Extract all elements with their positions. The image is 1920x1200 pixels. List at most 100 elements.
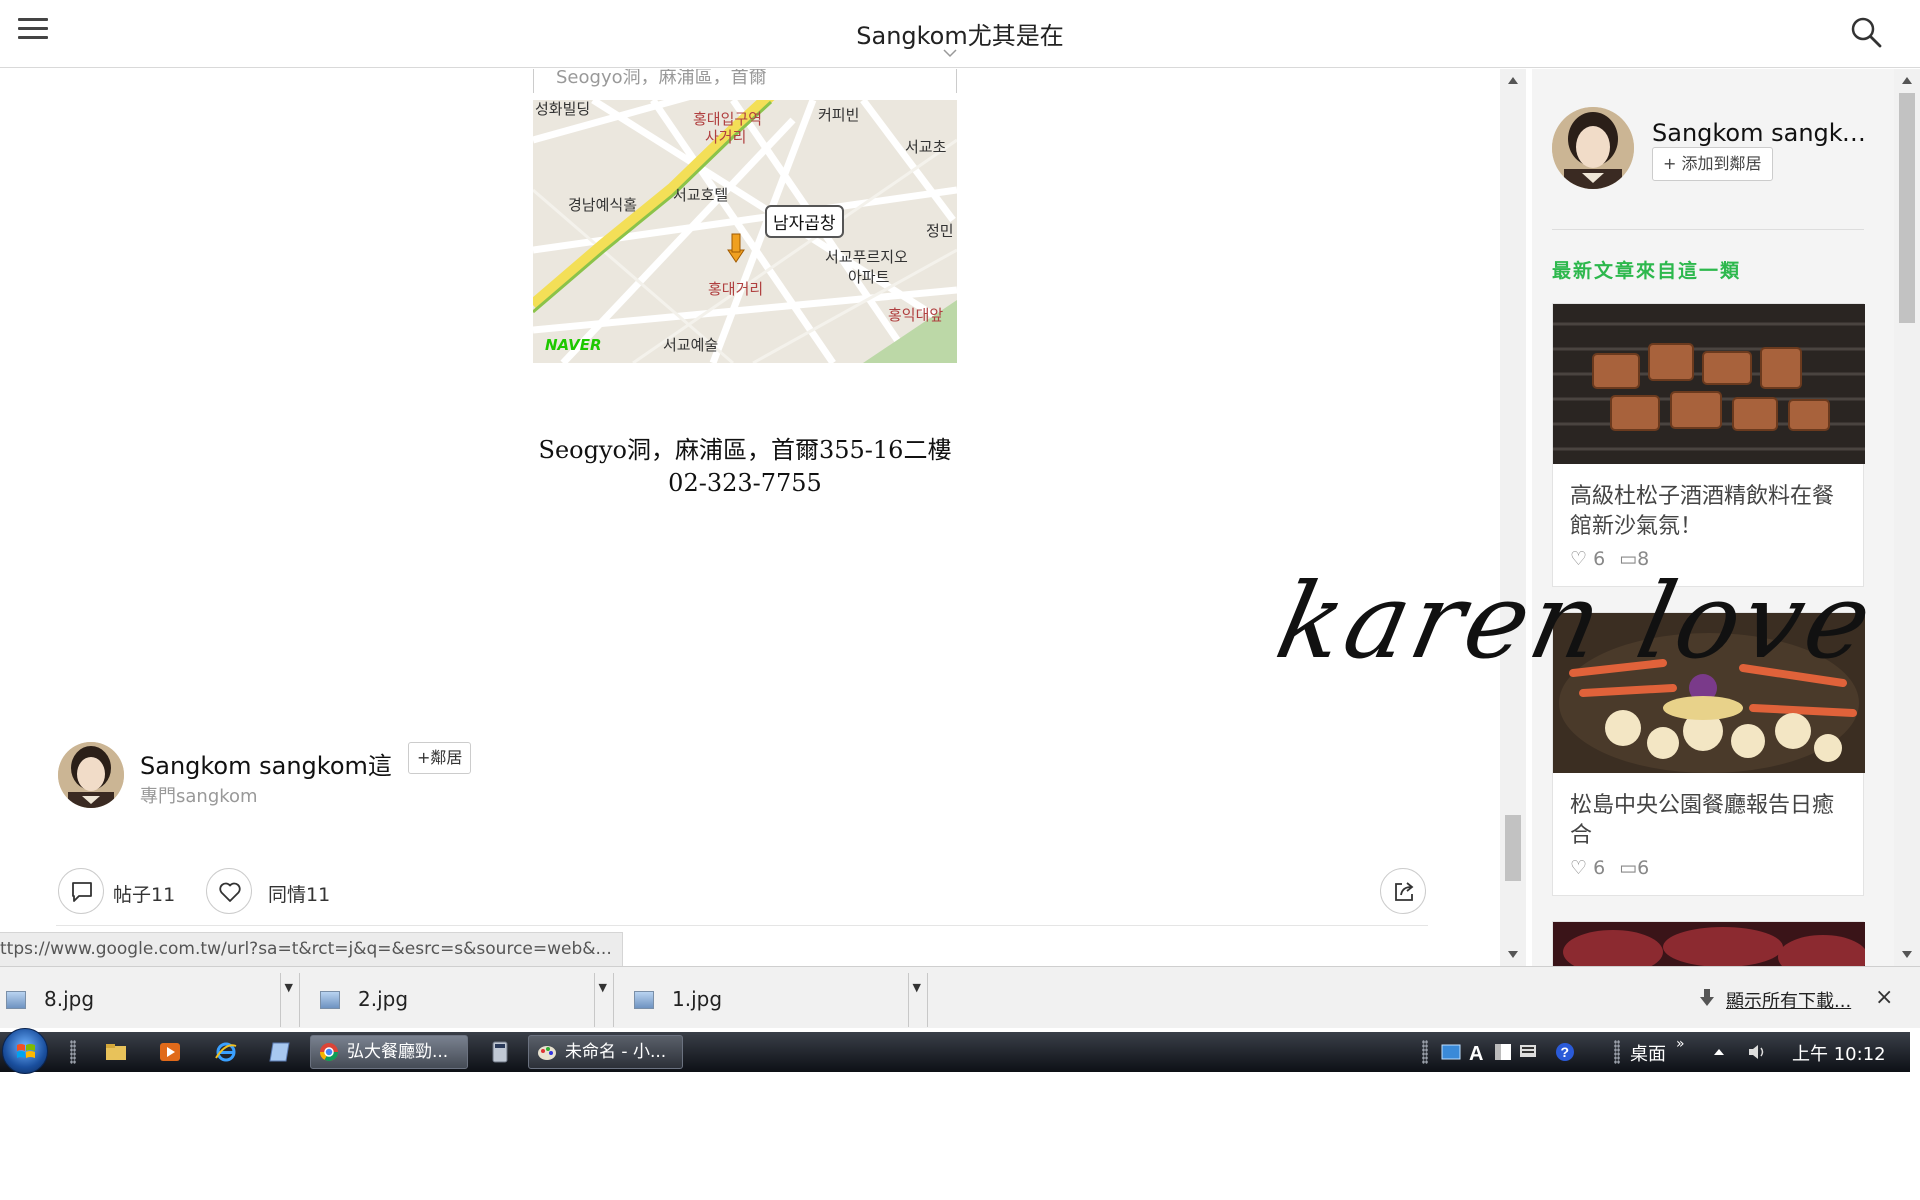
- avatar[interactable]: [58, 742, 124, 808]
- chevron-down-icon[interactable]: ▼: [599, 981, 607, 994]
- author-name[interactable]: Sangkom sangkom這: [140, 746, 392, 781]
- top-bar: Sangkom尤其是在: [0, 0, 1920, 68]
- desktop-toolbar-label[interactable]: 桌面: [1630, 1040, 1666, 1066]
- taskbar-grip[interactable]: [1614, 1040, 1620, 1064]
- phone-number: 02-323-7755: [668, 469, 822, 497]
- close-icon[interactable]: ×: [1875, 985, 1893, 1010]
- map-label: 홍익대앞: [888, 306, 944, 324]
- download-item[interactable]: 8.jpg ▼: [0, 973, 300, 1027]
- map-label: 커피빈: [818, 106, 860, 124]
- article-card[interactable]: 高級杜松子酒酒精飲料在餐館新沙氣氛！ ♡ 6 ▭8: [1552, 303, 1865, 587]
- comment-button[interactable]: [58, 868, 104, 914]
- article-thumbnail: [1553, 922, 1865, 966]
- start-button[interactable]: [2, 1028, 48, 1074]
- network-icon[interactable]: [1440, 1041, 1462, 1063]
- follow-button[interactable]: +鄰居: [408, 742, 472, 774]
- download-filename[interactable]: 1.jpg: [672, 987, 722, 1011]
- divider: [594, 973, 595, 1027]
- sidebar: Sangkom sangkom這 + 添加到鄰居 最新文章來自這一類 高級杜松子…: [1532, 69, 1894, 966]
- section-heading: 最新文章來自這一類: [1552, 260, 1742, 282]
- map-label: 서교예술: [663, 336, 719, 354]
- avatar[interactable]: [1552, 107, 1634, 189]
- taskbar-task-paint[interactable]: 未命名 - 小...: [528, 1035, 683, 1069]
- volume-icon[interactable]: [1746, 1041, 1768, 1063]
- likes-count[interactable]: 同情11: [268, 880, 330, 907]
- taskbar-task-chrome[interactable]: 弘大餐廳勁...: [310, 1035, 468, 1069]
- post-content: Seogyo洞，麻浦區，首爾 성화빌딩 홍대입구역 사거리 커피빈 서교초 서교…: [0, 69, 1506, 969]
- map-label: 경남예식홀: [568, 196, 638, 214]
- internet-explorer-icon[interactable]: [214, 1040, 238, 1064]
- chevron-right-icon[interactable]: »: [1676, 1036, 1685, 1052]
- show-all-downloads-link[interactable]: 顯示所有下載...: [1726, 987, 1851, 1013]
- download-item[interactable]: 2.jpg ▼: [314, 973, 614, 1027]
- site-title[interactable]: Sangkom尤其是在: [760, 16, 1160, 51]
- calculator-icon[interactable]: [488, 1040, 512, 1064]
- downloads-bar: 8.jpg ▼ 2.jpg ▼ 1.jpg ▼ 顯示所有下載... ×: [0, 966, 1920, 1028]
- search-icon[interactable]: [1848, 14, 1884, 50]
- article-card[interactable]: [1552, 921, 1865, 966]
- map-label: 성화빌딩: [535, 100, 591, 118]
- map-pin-label[interactable]: 남자곱창: [765, 205, 844, 238]
- scroll-down-icon[interactable]: [1508, 951, 1518, 958]
- share-button[interactable]: [1380, 868, 1426, 914]
- address-line: Seogyo洞，麻浦區，首爾355-16二樓: [538, 436, 952, 464]
- map-label: 홍대거리: [708, 280, 764, 298]
- paint-icon: [538, 1046, 556, 1060]
- location-map[interactable]: 성화빌딩 홍대입구역 사거리 커피빈 서교초 서교호텔 경남예식홀 남자곱창 정…: [533, 100, 957, 363]
- address-caption: Seogyo洞，麻浦區，首爾: [533, 69, 957, 93]
- status-bar-url: ttps://www.google.com.tw/url?sa=t&rct=j&…: [0, 932, 623, 966]
- taskbar-grip[interactable]: [1422, 1040, 1428, 1064]
- divider: [908, 973, 909, 1027]
- svg-text:A: A: [1469, 1043, 1483, 1063]
- help-icon[interactable]: ?: [1554, 1041, 1576, 1063]
- taskbar-grip[interactable]: [70, 1040, 76, 1064]
- divider: [1552, 229, 1864, 230]
- task-label: 未命名 - 小...: [565, 1042, 667, 1062]
- image-file-icon: [6, 991, 26, 1009]
- scroll-up-icon[interactable]: [1508, 77, 1518, 84]
- notes-app-icon[interactable]: [268, 1040, 292, 1064]
- like-button[interactable]: [206, 868, 252, 914]
- comments-count[interactable]: 帖子11: [113, 880, 175, 907]
- share-icon: [1395, 882, 1414, 901]
- divider: [280, 973, 281, 1027]
- window-icon[interactable]: [1492, 1041, 1514, 1063]
- download-item[interactable]: 1.jpg ▼: [628, 973, 928, 1027]
- chrome-icon: [320, 1043, 338, 1062]
- map-label: 서교호텔: [673, 186, 729, 204]
- display-icon[interactable]: [1518, 1041, 1540, 1063]
- download-arrow-icon: [1700, 989, 1714, 1006]
- map-label: 정민: [926, 222, 954, 240]
- main-scrollbar[interactable]: [1500, 69, 1526, 966]
- svg-text:?: ?: [1561, 1044, 1570, 1060]
- author-description: 專門sangkom: [140, 786, 258, 807]
- sidebar-scrollbar[interactable]: [1894, 69, 1920, 966]
- sidebar-author-name[interactable]: Sangkom sangkom這: [1652, 113, 1874, 148]
- chevron-down-icon[interactable]: ▼: [285, 981, 293, 994]
- scroll-up-icon[interactable]: [1902, 77, 1912, 84]
- article-title[interactable]: 松島中央公園餐廳報告日癒合: [1570, 791, 1854, 851]
- heart-icon: [219, 882, 241, 902]
- font-icon[interactable]: A: [1466, 1041, 1488, 1063]
- clock[interactable]: 上午 10:12: [1792, 1040, 1886, 1066]
- menu-icon[interactable]: [18, 18, 48, 40]
- show-hidden-icons-icon[interactable]: [1708, 1041, 1730, 1063]
- folder-icon[interactable]: [104, 1040, 128, 1064]
- comment-count: ▭6: [1619, 857, 1650, 879]
- scroll-down-icon[interactable]: [1902, 951, 1912, 958]
- chevron-down-icon[interactable]: ▼: [913, 981, 921, 994]
- task-label: 弘大餐廳勁...: [347, 1042, 449, 1062]
- media-player-icon[interactable]: [158, 1040, 182, 1064]
- chevron-down-icon[interactable]: [943, 46, 957, 60]
- scrollbar-thumb[interactable]: [1899, 93, 1915, 323]
- scrollbar-thumb[interactable]: [1505, 815, 1521, 881]
- map-label: 아파트: [848, 268, 890, 286]
- article-title[interactable]: 高級杜松子酒酒精飲料在餐館新沙氣氛！: [1570, 482, 1854, 542]
- download-filename[interactable]: 2.jpg: [358, 987, 408, 1011]
- map-label: 서교푸르지오: [825, 248, 908, 266]
- add-neighbor-button[interactable]: + 添加到鄰居: [1652, 147, 1773, 181]
- article-thumbnail: [1553, 304, 1865, 464]
- article-stats: ♡ 6 ▭6: [1570, 857, 1663, 879]
- download-filename[interactable]: 8.jpg: [44, 987, 94, 1011]
- image-file-icon: [634, 991, 654, 1009]
